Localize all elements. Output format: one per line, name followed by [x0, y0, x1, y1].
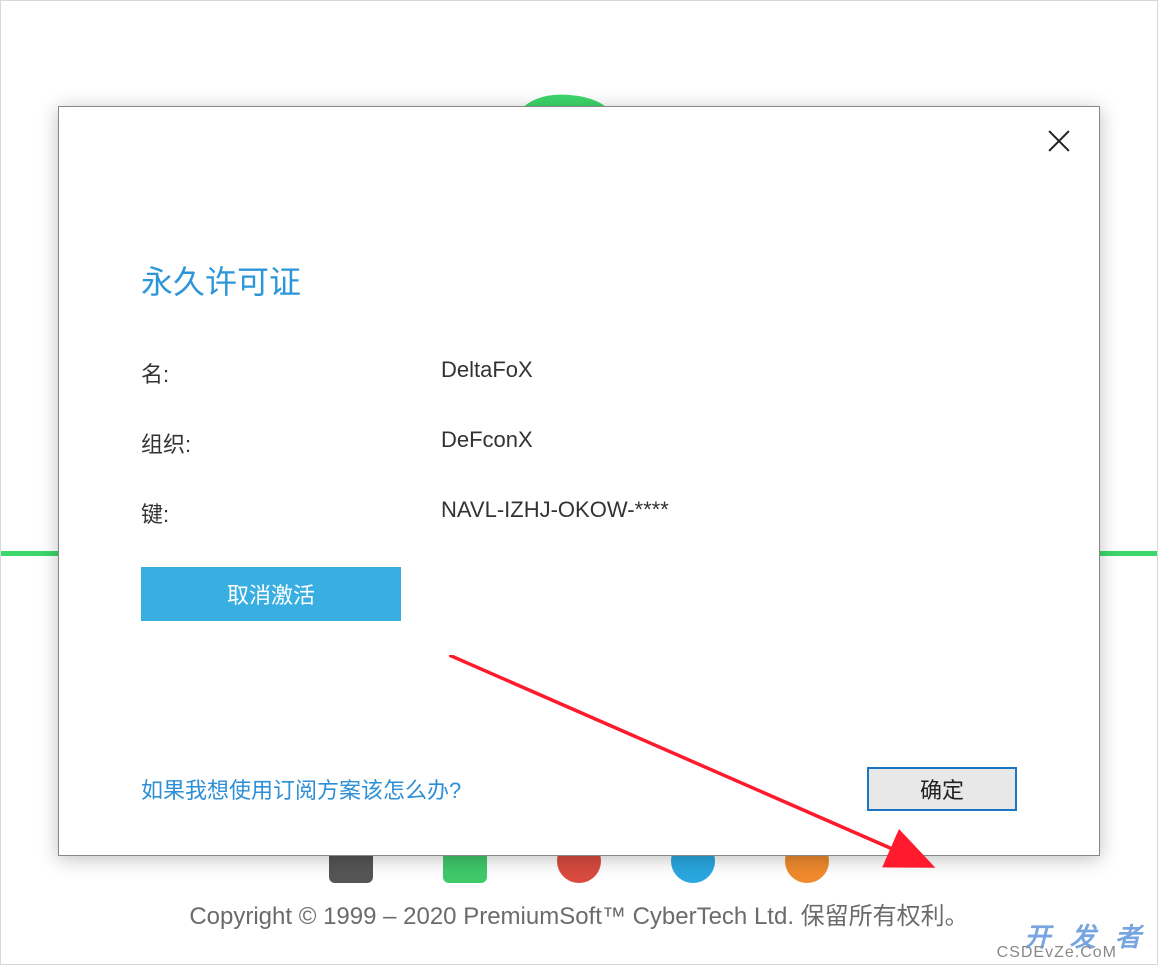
key-label: 键:: [141, 497, 441, 529]
org-value: DeFconX: [441, 427, 533, 459]
field-row-org: 组织: DeFconX: [141, 427, 1017, 459]
org-label: 组织:: [141, 427, 441, 459]
ok-button[interactable]: 确定: [867, 767, 1017, 811]
license-dialog: 永久许可证 名: DeltaFoX 组织: DeFconX 键: NAVL-IZ…: [58, 106, 1100, 856]
dialog-footer: 如果我想使用订阅方案该怎么办? 确定: [141, 767, 1017, 811]
deactivate-button[interactable]: 取消激活: [141, 567, 401, 621]
key-value: NAVL-IZHJ-OKOW-****: [441, 497, 669, 529]
copyright-text: Copyright © 1999 – 2020 PremiumSoft™ Cyb…: [1, 896, 1157, 931]
subscription-link[interactable]: 如果我想使用订阅方案该怎么办?: [141, 773, 461, 805]
name-value: DeltaFoX: [441, 357, 533, 389]
dialog-title: 永久许可证: [141, 257, 1017, 303]
license-fields: 名: DeltaFoX 组织: DeFconX 键: NAVL-IZHJ-OKO…: [141, 357, 1017, 529]
field-row-name: 名: DeltaFoX: [141, 357, 1017, 389]
close-icon[interactable]: [1045, 127, 1073, 155]
name-label: 名:: [141, 357, 441, 389]
field-row-key: 键: NAVL-IZHJ-OKOW-****: [141, 497, 1017, 529]
watermark-subtext: CSDEvZe.CoM: [997, 944, 1117, 962]
dialog-body: 永久许可证 名: DeltaFoX 组织: DeFconX 键: NAVL-IZ…: [141, 257, 1017, 815]
